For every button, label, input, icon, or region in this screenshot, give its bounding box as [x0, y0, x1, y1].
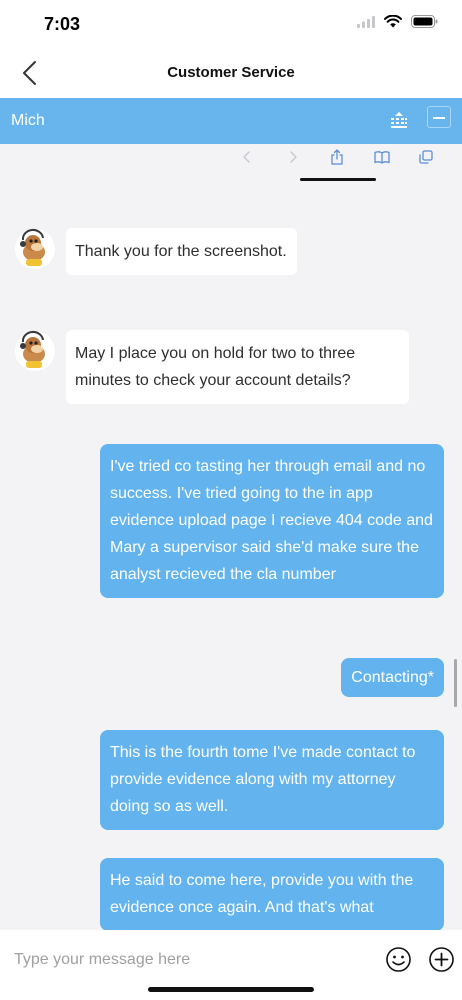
incoming-message: Thank you for the screenshot. — [66, 228, 297, 275]
page-title: Customer Service — [167, 64, 295, 81]
message-composer — [0, 930, 462, 1000]
share-icon[interactable] — [330, 149, 344, 165]
outgoing-message: Contacting* — [341, 658, 444, 697]
battery-icon — [411, 15, 438, 28]
agent-avatar — [15, 229, 55, 269]
add-attachment-icon[interactable] — [428, 946, 455, 973]
tabs-icon[interactable] — [419, 150, 433, 164]
outgoing-message: He said to come here, provide you with t… — [100, 858, 444, 930]
outgoing-message: I've tried co tasting her through email … — [100, 444, 444, 598]
browser-forward-icon[interactable] — [286, 150, 300, 164]
home-indicator — [148, 987, 314, 992]
status-icons — [357, 15, 438, 28]
bookmarks-icon[interactable] — [374, 150, 390, 164]
minimize-button[interactable] — [427, 106, 451, 128]
signal-icon — [357, 15, 375, 28]
queue-icon[interactable] — [389, 111, 409, 129]
browser-back-icon[interactable] — [240, 150, 254, 164]
message-input[interactable] — [14, 944, 204, 976]
chat-area[interactable]: Thank you for the screenshot. May I plac… — [0, 184, 462, 930]
outgoing-message: This is the fourth tome I've made contac… — [100, 730, 444, 830]
scrollbar-thumb[interactable] — [454, 659, 457, 707]
browser-toolbar — [0, 144, 462, 184]
emoji-icon[interactable] — [385, 946, 412, 973]
wifi-icon — [384, 15, 402, 28]
tab-indicator — [300, 178, 376, 181]
incoming-message: May I place you on hold for two to three… — [66, 330, 409, 404]
agent-bar: Mich — [0, 98, 462, 144]
agent-avatar — [15, 331, 55, 371]
nav-bar: Customer Service — [0, 48, 462, 98]
status-time: 7:03 — [44, 14, 81, 34]
agent-name: Mich — [11, 112, 45, 129]
minimize-icon — [433, 117, 445, 119]
status-bar: 7:03 — [0, 0, 462, 48]
